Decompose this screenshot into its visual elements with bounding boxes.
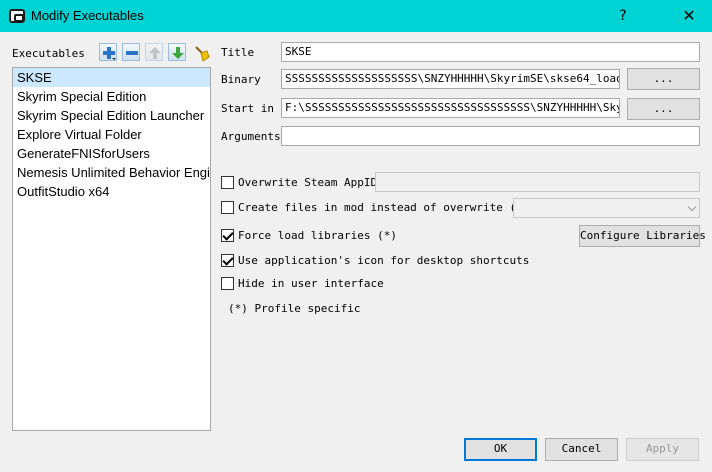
executables-label: Executables — [12, 47, 85, 60]
executables-list[interactable]: SKSE Skyrim Special Edition Skyrim Speci… — [12, 67, 211, 431]
ok-button[interactable]: OK — [464, 438, 537, 461]
start-in-label: Start in — [221, 102, 274, 115]
broom-icon — [195, 46, 210, 62]
use-icon-checkbox[interactable] — [221, 254, 234, 267]
title-input[interactable]: SKSE — [281, 42, 700, 62]
force-load-checkbox[interactable] — [221, 229, 234, 242]
force-load-label: Force load libraries (*) — [238, 229, 397, 242]
overwrite-appid-label: Overwrite Steam AppID — [238, 176, 378, 189]
list-item[interactable]: Explore Virtual Folder — [13, 125, 210, 144]
create-files-checkbox[interactable] — [221, 201, 234, 214]
binary-label: Binary — [221, 73, 261, 86]
add-executable-button[interactable] — [99, 43, 117, 61]
hide-checkbox[interactable] — [221, 277, 234, 290]
binary-browse-button[interactable]: ... — [627, 68, 700, 90]
list-item[interactable]: Skyrim Special Edition — [13, 87, 210, 106]
binary-input[interactable]: SSSSSSSSSSSSSSSSSSSS\SNZYHHHHH\SkyrimSE\… — [281, 69, 620, 89]
clean-button[interactable] — [191, 43, 210, 62]
remove-executable-button[interactable] — [122, 43, 140, 61]
start-in-input[interactable]: F:\SSSSSSSSSSSSSSSSSSSSSSSSSSSSSSSSSS\SN… — [281, 98, 620, 118]
mod-select[interactable] — [513, 198, 700, 218]
move-down-button[interactable] — [168, 43, 186, 61]
title-bar: Modify Executables ? ✕ — [0, 0, 712, 32]
arguments-label: Arguments — [221, 130, 281, 143]
list-item[interactable]: OutfitStudio x64 — [13, 182, 210, 201]
configure-libraries-button[interactable]: Configure Libraries — [579, 225, 706, 247]
profile-specific-note: (*) Profile specific — [228, 302, 361, 315]
list-item[interactable]: GenerateFNISforUsers — [13, 144, 210, 163]
title-label: Title — [221, 46, 255, 59]
plus-icon — [103, 47, 116, 60]
chevron-down-icon — [687, 202, 697, 212]
arrow-up-icon — [149, 47, 161, 59]
hide-label: Hide in user interface — [238, 277, 384, 290]
appid-input[interactable] — [375, 172, 700, 192]
window-title: Modify Executables — [31, 8, 144, 23]
help-button[interactable]: ? — [600, 0, 646, 32]
apply-button[interactable]: Apply — [626, 438, 699, 461]
overwrite-appid-checkbox[interactable] — [221, 176, 234, 189]
list-item[interactable]: SKSE — [13, 68, 210, 87]
use-icon-label: Use application's icon for desktop short… — [238, 254, 530, 267]
create-files-label: Create files in mod instead of overwrite… — [238, 201, 530, 214]
arguments-input[interactable] — [281, 126, 700, 146]
close-button[interactable]: ✕ — [666, 0, 712, 32]
list-item[interactable]: Nemesis Unlimited Behavior Engine — [13, 163, 210, 182]
arrow-down-icon — [172, 47, 184, 59]
app-icon — [9, 9, 25, 23]
move-up-button[interactable] — [145, 43, 163, 61]
start-in-browse-button[interactable]: ... — [627, 98, 700, 120]
cancel-button[interactable]: Cancel — [545, 438, 618, 461]
list-item[interactable]: Skyrim Special Edition Launcher — [13, 106, 210, 125]
minus-icon — [126, 51, 138, 55]
